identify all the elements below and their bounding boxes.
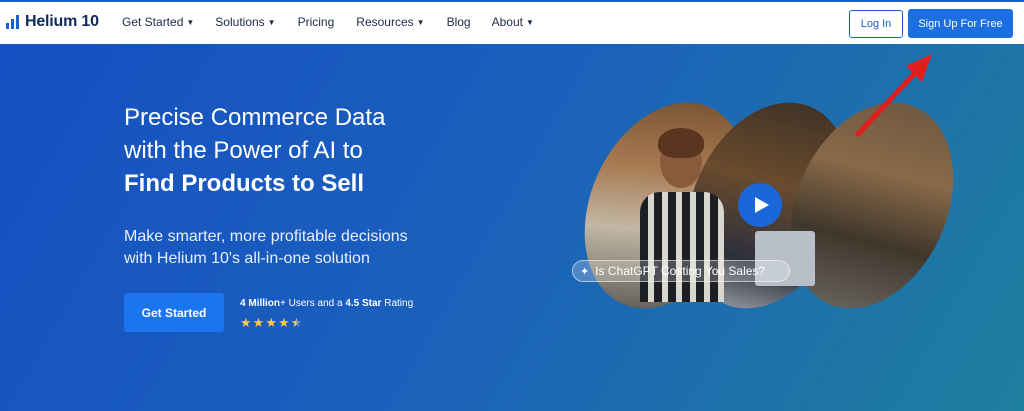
nav-get-started[interactable]: Get Started ▼ — [122, 15, 194, 29]
hero-headline: Precise Commerce Data with the Power of … — [124, 101, 385, 200]
headline-line-3: Find Products to Sell — [124, 170, 365, 197]
star-icon: ★ — [277, 315, 290, 330]
caret-down-icon: ▼ — [416, 17, 425, 27]
subhead-line-1: Make smarter, more profitable decisions — [124, 228, 408, 245]
star-icon: ★ — [240, 315, 252, 330]
hero-get-started-button[interactable]: Get Started — [124, 293, 224, 332]
nav-label: Resources — [356, 15, 414, 29]
rating-suffix: Rating — [381, 298, 414, 309]
logo-bars-icon — [6, 15, 19, 29]
nav-about[interactable]: About ▼ — [492, 15, 534, 29]
helium10-logo[interactable]: Helium 10 — [6, 13, 99, 31]
star-rating-value: 4.5 Star — [345, 298, 382, 309]
sign-up-button[interactable]: Sign Up For Free — [908, 9, 1013, 38]
red-arrow-annotation — [855, 54, 932, 137]
headline-line-1: Precise Commerce Data — [124, 104, 386, 131]
nav-resources[interactable]: Resources ▼ — [356, 15, 424, 29]
star-icon: ★ — [265, 315, 277, 330]
half-star-icon: ★ — [290, 315, 303, 330]
nav-label: Blog — [446, 15, 471, 29]
nav-label: About — [491, 15, 523, 29]
log-in-button[interactable]: Log In — [849, 10, 903, 38]
caret-down-icon: ▼ — [186, 17, 195, 27]
nav-pricing[interactable]: Pricing — [298, 15, 335, 29]
nav-solutions[interactable]: Solutions ▼ — [215, 15, 275, 29]
users-count: 4 Million — [240, 298, 280, 309]
hero-subheadline: Make smarter, more profitable decisions … — [124, 226, 408, 270]
logo-text: Helium 10 — [25, 13, 99, 30]
headline-line-2: with the Power of AI to — [124, 137, 363, 164]
nav-label: Get Started — [122, 15, 184, 29]
star-rating: ★ ★ ★ ★ ★ — [240, 316, 302, 330]
top-navigation-bar: Helium 10 Get Started ▼ Solutions ▼ Pricin… — [0, 0, 1024, 44]
main-nav: Get Started ▼ Solutions ▼ Pricing Resource… — [122, 15, 534, 29]
users-text: + Users and a — [280, 298, 346, 309]
play-icon — [754, 197, 769, 213]
nav-label: Solutions — [215, 15, 265, 29]
play-video-button[interactable] — [738, 183, 782, 227]
sparkle-icon: ✦ — [580, 265, 590, 278]
nav-label: Pricing — [297, 15, 335, 29]
rating-text: 4 Million+ Users and a 4.5 Star Rating — [240, 298, 413, 309]
caret-down-icon: ▼ — [525, 17, 534, 27]
video-caption-text: Is ChatGPT Costing You Sales? — [595, 264, 766, 278]
caret-down-icon: ▼ — [267, 17, 276, 27]
subhead-line-2: with Helium 10's all-in-one solution — [124, 250, 370, 267]
nav-blog[interactable]: Blog — [447, 15, 471, 29]
video-caption-badge[interactable]: ✦ Is ChatGPT Costing You Sales? — [572, 260, 790, 282]
star-icon: ★ — [252, 315, 265, 330]
